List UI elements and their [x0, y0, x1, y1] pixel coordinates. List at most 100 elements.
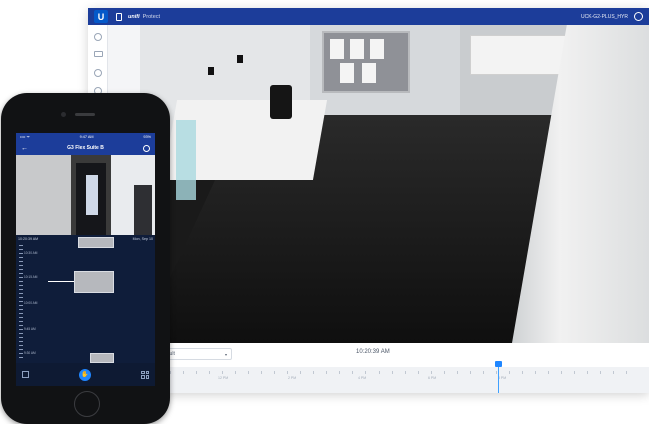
timeline-tick	[326, 371, 328, 374]
scene-shelf	[134, 185, 152, 235]
event-thumbnail[interactable]	[78, 237, 114, 248]
hand-icon[interactable]: ✋	[79, 368, 91, 381]
phone-date: Mon, Sep 10	[132, 237, 153, 241]
timeline-tick	[508, 371, 510, 374]
phone-footer: ✋	[16, 363, 155, 386]
timeline-tick	[534, 371, 536, 374]
timeline-tick	[365, 371, 367, 374]
battery-level: 93%	[143, 135, 151, 139]
timeline-tick	[469, 371, 471, 374]
unifi-logo-icon[interactable]: U	[94, 10, 108, 23]
scene-paper	[362, 63, 376, 83]
timeline-hour-label: 9:30 AM	[24, 351, 36, 355]
phone-screen: •••• ᯤ 9:47 AM 93% ← G3 Flex Suite B 10:…	[16, 133, 155, 386]
timeline-tick-label: 2 PM	[288, 376, 297, 380]
timeline-tick-label: 8 PM	[498, 376, 507, 380]
brand-mark: unifi	[128, 13, 140, 20]
timeline-tick	[339, 371, 341, 374]
dashboard-icon[interactable]	[94, 33, 102, 41]
scene-hallway	[86, 175, 98, 215]
camera-feed[interactable]	[140, 25, 649, 343]
phone-camera-feed[interactable]	[16, 155, 155, 235]
timeline-scrubber[interactable]	[495, 361, 502, 393]
chevron-down-icon: ▾	[224, 351, 227, 357]
scrubber-handle[interactable]	[495, 361, 502, 367]
timeline-tick	[625, 371, 627, 374]
home-button[interactable]	[74, 391, 100, 417]
scene-paper	[330, 39, 344, 59]
timeline-tick-label: 6 PM	[428, 376, 437, 380]
scene-paper	[340, 63, 354, 83]
scene-outlet	[237, 55, 243, 63]
timeline-tick	[599, 371, 601, 374]
timeline-tick-label: 12 PM	[218, 376, 229, 380]
timeline-tick	[495, 371, 497, 374]
playback-controls: Default ▾ 10:20:39 AM	[108, 343, 649, 367]
camera-title: G3 Flex Suite B	[67, 145, 104, 151]
lock-icon	[116, 12, 122, 21]
user-avatar-icon[interactable]	[634, 12, 643, 21]
status-time: 9:47 AM	[79, 135, 94, 139]
timeline-tick	[274, 371, 276, 374]
timeline-tick	[209, 371, 211, 374]
grid-icon[interactable]	[141, 370, 149, 379]
top-navigation-bar: U unifi Protect UCK-G2-PLUS_HYR	[88, 8, 649, 25]
phone-device: •••• ᯤ 9:47 AM 93% ← G3 Flex Suite B 10:…	[1, 93, 170, 424]
compass-icon[interactable]	[94, 69, 102, 77]
timeline-tick	[443, 371, 445, 374]
nvr-name[interactable]: UCK-G2-PLUS_HYR	[581, 14, 628, 20]
timeline-tick	[287, 371, 289, 374]
scene-desk-glass	[176, 120, 196, 200]
timeline-hour-label: 10:30 AM	[24, 251, 38, 255]
scene-wall	[16, 155, 71, 235]
phone-nav-bar: ← G3 Flex Suite B	[16, 141, 155, 155]
front-camera	[61, 112, 66, 117]
timeline-tick	[222, 371, 224, 374]
timeline-tick	[378, 371, 380, 374]
timeline-tick	[482, 371, 484, 374]
event-thumbnail[interactable]	[74, 271, 114, 293]
timeline-tick	[430, 371, 432, 374]
phone-current-time: 10:20:39 AM	[18, 237, 39, 241]
gear-icon[interactable]	[143, 144, 150, 152]
timeline-tick	[404, 371, 406, 374]
timeline-tick	[612, 371, 614, 374]
timeline-tick	[352, 371, 354, 374]
brand-name: unifi Protect	[128, 14, 160, 20]
timeline-tick	[417, 371, 419, 374]
timeline-tick	[586, 371, 588, 374]
timeline-tick	[391, 371, 393, 374]
brand-sub: Protect	[142, 13, 161, 20]
timeline-tick	[560, 371, 562, 374]
desktop-window: U unifi Protect UCK-G2-PLUS_HYR ▾ 10:20:…	[88, 8, 649, 393]
timeline-tick-label: 4 PM	[358, 376, 367, 380]
event-connector	[48, 281, 74, 282]
scene-paper	[350, 39, 364, 59]
scene-paper	[370, 39, 384, 59]
timeline-hour-label: 10:00 AM	[24, 301, 38, 305]
timeline-tick	[547, 371, 549, 374]
timeline-tick	[170, 371, 172, 374]
timeline[interactable]: 10 AM12 PM2 PM4 PM6 PM8 PM	[108, 361, 649, 393]
timeline-tick	[573, 371, 575, 374]
timeline-tick	[196, 371, 198, 374]
speaker-grille	[75, 113, 95, 116]
timeline-tick	[521, 371, 523, 374]
timeline-tick	[261, 371, 263, 374]
scene-chair	[270, 85, 292, 119]
back-arrow-icon[interactable]: ←	[21, 145, 28, 152]
scene-outlet	[208, 67, 214, 75]
marketing-composite: U unifi Protect UCK-G2-PLUS_HYR ▾ 10:20:…	[0, 0, 649, 424]
timeline-tick	[456, 371, 458, 374]
fullscreen-icon[interactable]	[22, 371, 29, 378]
phone-timeline[interactable]: 10:20:39 AM Mon, Sep 10 10:30 AM 10:15 A…	[16, 235, 155, 363]
timeline-tick	[313, 371, 315, 374]
phone-status-bar: •••• ᯤ 9:47 AM 93%	[16, 133, 155, 141]
timeline-tick	[235, 371, 237, 374]
event-thumbnail[interactable]	[90, 353, 114, 363]
camera-icon[interactable]	[94, 51, 103, 57]
playback-timestamp: 10:20:39 AM	[356, 349, 390, 355]
timeline-tick	[248, 371, 250, 374]
timeline-hour-label: 9:45 AM	[24, 327, 36, 331]
signal-indicator: •••• ᯤ	[20, 134, 30, 139]
